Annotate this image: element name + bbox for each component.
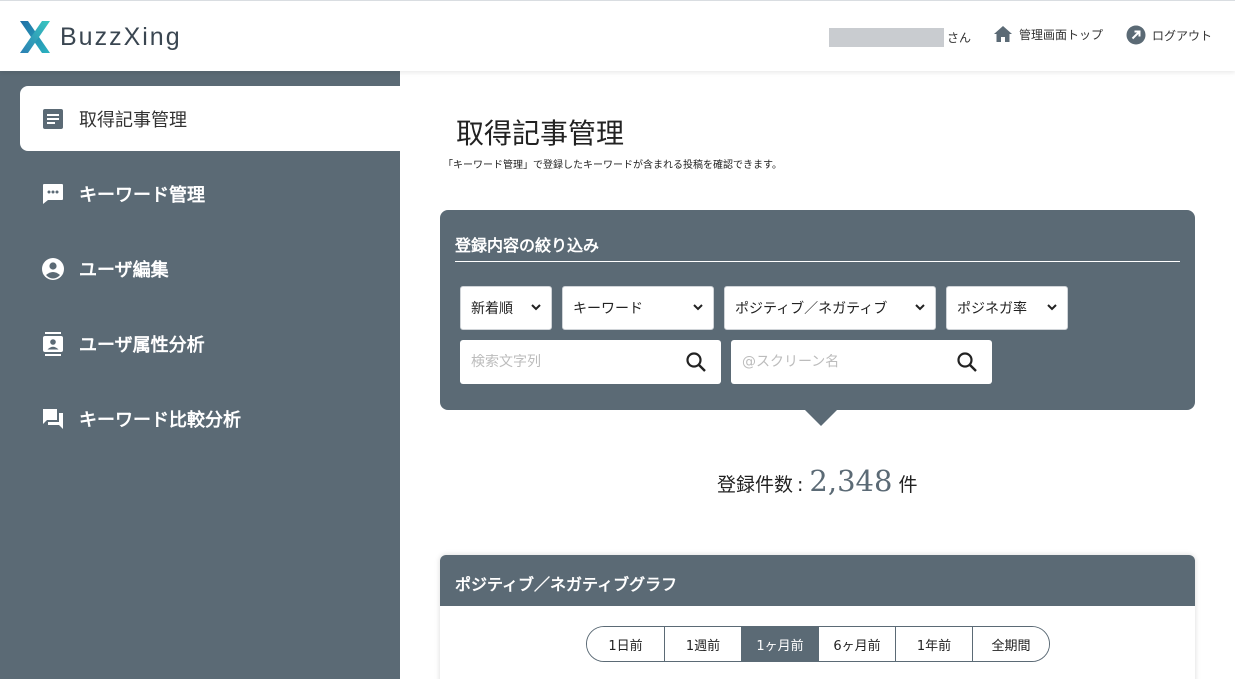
filter-divider <box>455 261 1180 262</box>
filter-title: 登録内容の絞り込み <box>455 236 600 255</box>
sidebar-item-keywords[interactable]: キーワード管理 <box>20 161 400 226</box>
keyword-select-value: キーワード <box>573 301 643 317</box>
logo-x-icon <box>20 21 50 53</box>
contact-card-icon <box>43 331 63 356</box>
account-circle-icon <box>42 257 64 280</box>
sidebar-item-articles[interactable]: 取得記事管理 <box>20 86 400 151</box>
logo-text: BuzzXing <box>60 22 182 51</box>
chevron-down-icon <box>915 304 925 311</box>
sidebar-item-label: ユーザ編集 <box>79 259 169 281</box>
sentiment-graph-card: ポジティブ／ネガティブグラフ 1日前 1週前 1ヶ月前 6ヶ月前 1年前 全期間 <box>440 555 1195 679</box>
period-selector: 1日前 1週前 1ヶ月前 6ヶ月前 1年前 全期間 <box>586 626 1050 662</box>
page-title: 取得記事管理 <box>456 117 625 150</box>
page-description: 「キーワード管理」で登録したキーワードが含まれる投稿を確認できます。 <box>443 160 782 171</box>
sidebar-item-user-edit[interactable]: ユーザ編集 <box>20 236 400 301</box>
user-info: さん <box>829 27 971 47</box>
search-text-input[interactable] <box>471 354 671 370</box>
sidebar-item-label: キーワード比較分析 <box>79 409 241 431</box>
user-honorific: さん <box>947 30 972 45</box>
sidebar-item-keyword-compare[interactable]: キーワード比較分析 <box>20 386 400 451</box>
period-button-6months[interactable]: 6ヶ月前 <box>818 627 895 661</box>
article-icon <box>43 108 63 129</box>
period-button-1week[interactable]: 1週前 <box>664 627 741 661</box>
sidebar: 取得記事管理 キーワード管理 ユーザ編集 ユーザ属性分析 キーワード比較分析 <box>0 71 400 679</box>
search-icon[interactable] <box>685 351 707 373</box>
admin-top-link[interactable]: 管理画面トップ <box>993 25 1103 43</box>
period-button-1month[interactable]: 1ヶ月前 <box>741 627 818 661</box>
count-colon: : <box>797 474 804 496</box>
chevron-down-icon <box>1047 304 1057 311</box>
sort-select-value: 新着順 <box>471 301 513 317</box>
sidebar-item-label: キーワード管理 <box>79 184 205 206</box>
logout-arrow-icon <box>1126 25 1146 45</box>
admin-top-label: 管理画面トップ <box>1019 27 1104 42</box>
filter-panel: 登録内容の絞り込み 新着順 キーワード ポジティブ／ネガティブ ポジネガ率 <box>440 210 1195 410</box>
sidebar-item-label: ユーザ属性分析 <box>79 334 205 356</box>
app-header: BuzzXing さん 管理画面トップ ログアウト <box>0 0 1235 71</box>
chevron-down-icon <box>531 304 541 311</box>
sentiment-select[interactable]: ポジティブ／ネガティブ <box>724 286 936 330</box>
registration-count: 登録件数 : 2,348 件 <box>717 464 917 498</box>
text-search-box <box>460 340 721 384</box>
period-button-1day[interactable]: 1日前 <box>587 627 664 661</box>
sidebar-item-label: 取得記事管理 <box>79 109 187 131</box>
posinega-ratio-select-value: ポジネガ率 <box>957 301 1027 317</box>
sentiment-select-value: ポジティブ／ネガティブ <box>735 301 888 317</box>
forum-icon <box>43 408 63 429</box>
home-icon <box>994 26 1012 42</box>
period-button-1year[interactable]: 1年前 <box>895 627 972 661</box>
count-label: 登録件数 <box>717 474 794 496</box>
logout-link[interactable]: ログアウト <box>1126 25 1212 45</box>
count-value: 2,348 <box>809 464 893 498</box>
sidebar-item-user-attributes[interactable]: ユーザ属性分析 <box>20 311 400 376</box>
chat-bubble-icon <box>43 183 63 204</box>
screen-name-input[interactable] <box>742 354 942 370</box>
posinega-ratio-select[interactable]: ポジネガ率 <box>946 286 1068 330</box>
period-button-all[interactable]: 全期間 <box>972 627 1049 661</box>
logout-label: ログアウト <box>1152 28 1213 43</box>
search-icon[interactable] <box>956 351 978 373</box>
chevron-down-icon <box>693 304 703 311</box>
count-unit: 件 <box>898 474 918 496</box>
redacted-username <box>829 27 944 47</box>
keyword-select[interactable]: キーワード <box>562 286 714 330</box>
sort-select[interactable]: 新着順 <box>460 286 552 330</box>
filter-panel-pointer <box>804 409 838 426</box>
graph-title: ポジティブ／ネガティブグラフ <box>440 555 1195 606</box>
screen-name-search-box <box>731 340 992 384</box>
brand-logo[interactable]: BuzzXing <box>18 19 182 55</box>
